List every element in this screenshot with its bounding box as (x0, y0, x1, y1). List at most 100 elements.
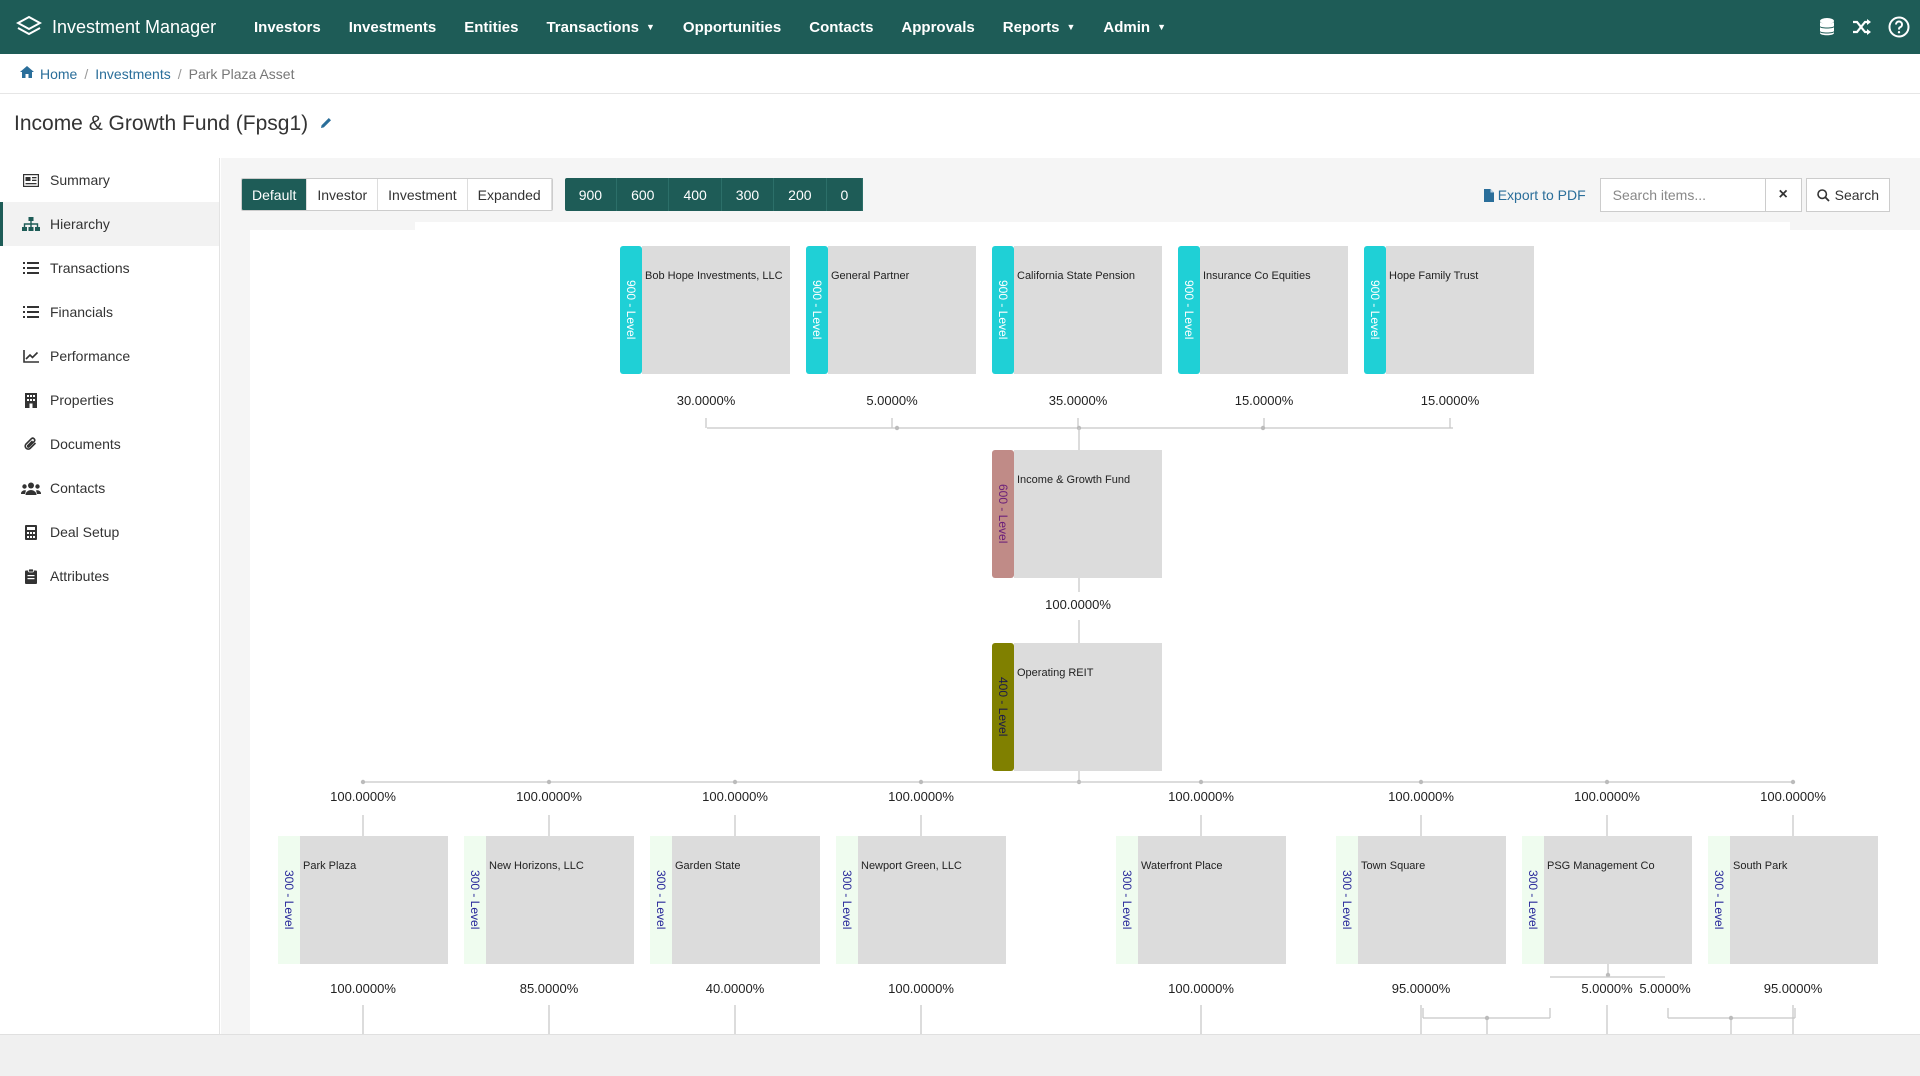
nav-label: Approvals (901, 18, 975, 36)
list-icon (20, 306, 42, 318)
investor-node[interactable]: 900 - Level Insurance Co Equities (1178, 246, 1348, 374)
database-icon[interactable] (1818, 17, 1836, 37)
property-node[interactable]: 300 - Level PSG Management Co (1522, 836, 1692, 964)
level-tag-label: 300 - Level (1120, 870, 1134, 930)
level-tag-label: 900 - Level (1182, 280, 1196, 340)
ownership-percent: 15.0000% (1420, 393, 1480, 408)
sidebar-item-label: Transactions (50, 260, 130, 276)
brand[interactable]: Investment Manager (0, 15, 240, 39)
nav-right-tools (1818, 0, 1910, 54)
sidebar-item-deal-setup[interactable]: Deal Setup (0, 510, 219, 554)
property-node[interactable]: 300 - Level Garden State (650, 836, 820, 964)
property-node[interactable]: 300 - Level South Park (1708, 836, 1878, 964)
level-200-button[interactable]: 200 (774, 178, 827, 211)
clear-search-button[interactable]: × (1765, 178, 1802, 212)
sidebar-item-label: Properties (50, 392, 114, 408)
view-default-button[interactable]: Default (242, 179, 308, 210)
nav-opportunities[interactable]: Opportunities (669, 0, 795, 54)
investor-node[interactable]: 900 - Level California State Pension (992, 246, 1162, 374)
reit-node[interactable]: 400 - Level Operating REIT (992, 643, 1162, 771)
nav-label: Admin (1103, 18, 1151, 36)
sidebar-item-hierarchy[interactable]: Hierarchy (0, 202, 219, 246)
level-tag-label: 300 - Level (840, 870, 854, 930)
edit-pencil-icon[interactable] (320, 116, 332, 132)
nav-label: Investors (254, 18, 321, 36)
sidebar-item-properties[interactable]: Properties (0, 378, 219, 422)
nav-reports[interactable]: Reports ▼ (989, 0, 1090, 54)
sidebar-item-attributes[interactable]: Attributes (0, 554, 219, 598)
investor-node[interactable]: 900 - Level Bob Hope Investments, LLC (620, 246, 790, 374)
sidebar-item-label: Attributes (50, 568, 110, 584)
investor-node[interactable]: 900 - Level Hope Family Trust (1364, 246, 1534, 374)
brand-name: Investment Manager (52, 16, 217, 37)
nav-label: Contacts (809, 18, 874, 36)
property-ownership-out-percent: 95.0000% (1391, 981, 1451, 996)
list-icon (20, 262, 42, 274)
sidebar-item-transactions[interactable]: Transactions (0, 246, 219, 290)
property-node[interactable]: 300 - Level Park Plaza (278, 836, 448, 964)
nav-transactions[interactable]: Transactions ▼ (532, 0, 668, 54)
nav-entities[interactable]: Entities (450, 0, 532, 54)
nav-investments[interactable]: Investments (335, 0, 451, 54)
page-title: Income & Growth Fund (Fpsg1) (14, 112, 332, 136)
node-name: Newport Green, LLC (858, 836, 1006, 964)
export-pdf-button[interactable]: Export to PDF (1483, 187, 1586, 203)
node-name: Operating REIT (1014, 643, 1162, 771)
level-tag: 300 - Level (464, 836, 486, 964)
footer-strip (0, 1034, 1920, 1076)
home-icon[interactable] (20, 66, 34, 81)
sidebar-item-documents[interactable]: Documents (0, 422, 219, 466)
level-0-button[interactable]: 0 (827, 178, 864, 211)
breadcrumb-home[interactable]: Home (40, 66, 77, 82)
sidebar-item-contacts[interactable]: Contacts (0, 466, 219, 510)
ownership-percent: 30.0000% (676, 393, 736, 408)
level-600-button[interactable]: 600 (617, 178, 670, 211)
node-name: Bob Hope Investments, LLC (642, 246, 790, 374)
property-node[interactable]: 300 - Level Waterfront Place (1116, 836, 1286, 964)
clipboard-icon (20, 568, 42, 584)
nav-approvals[interactable]: Approvals (887, 0, 988, 54)
caret-down-icon: ▼ (1066, 22, 1076, 32)
sidebar-item-label: Hierarchy (50, 216, 110, 232)
property-ownership-out-percent: 5.0000% (1581, 981, 1633, 996)
view-investment-button[interactable]: Investment (378, 179, 468, 210)
help-icon[interactable] (1888, 16, 1910, 38)
sidebar-item-performance[interactable]: Performance (0, 334, 219, 378)
fund-ownership-percent: 100.0000% (1045, 597, 1111, 612)
level-tag-label: 900 - Level (624, 280, 638, 340)
level-tag: 400 - Level (992, 643, 1014, 771)
sidebar-item-summary[interactable]: Summary (0, 158, 219, 202)
view-expanded-button[interactable]: Expanded (467, 179, 552, 210)
property-node[interactable]: 300 - Level Newport Green, LLC (836, 836, 1006, 964)
property-ownership-out-percent: 100.0000% (1168, 981, 1234, 996)
property-node[interactable]: 300 - Level Town Square (1336, 836, 1506, 964)
search-icon (1816, 188, 1830, 202)
management-share-percent: 5.0000% (1639, 981, 1691, 996)
property-ownership-in-percent: 100.0000% (1168, 789, 1234, 804)
fund-node[interactable]: 600 - Level Income & Growth Fund (992, 450, 1162, 578)
nav-investors[interactable]: Investors (240, 0, 335, 54)
node-name: Town Square (1358, 836, 1506, 964)
level-tag: 900 - Level (806, 246, 828, 374)
shuffle-icon[interactable] (1852, 18, 1872, 36)
level-tag-label: 300 - Level (1340, 870, 1354, 930)
layers-logo-icon (16, 15, 42, 36)
level-900-button[interactable]: 900 (565, 178, 618, 211)
nav-menu: Investors Investments Entities Transactions… (240, 0, 1180, 54)
level-400-button[interactable]: 400 (669, 178, 722, 211)
level-tag: 300 - Level (1708, 836, 1730, 964)
level-tag-label: 900 - Level (996, 280, 1010, 340)
view-investor-button[interactable]: Investor (307, 179, 379, 210)
sidebar-item-financials[interactable]: Financials (0, 290, 219, 334)
property-ownership-in-percent: 100.0000% (1760, 789, 1826, 804)
investor-node[interactable]: 900 - Level General Partner (806, 246, 976, 374)
nav-contacts[interactable]: Contacts (795, 0, 887, 54)
search-button[interactable]: Search (1805, 178, 1890, 212)
level-tag: 900 - Level (992, 246, 1014, 374)
nav-admin[interactable]: Admin ▼ (1089, 0, 1180, 54)
property-ownership-out-percent: 95.0000% (1763, 981, 1823, 996)
level-300-button[interactable]: 300 (722, 178, 775, 211)
search-input[interactable] (1599, 178, 1766, 212)
breadcrumb-investments[interactable]: Investments (95, 66, 170, 82)
property-node[interactable]: 300 - Level New Horizons, LLC (464, 836, 634, 964)
